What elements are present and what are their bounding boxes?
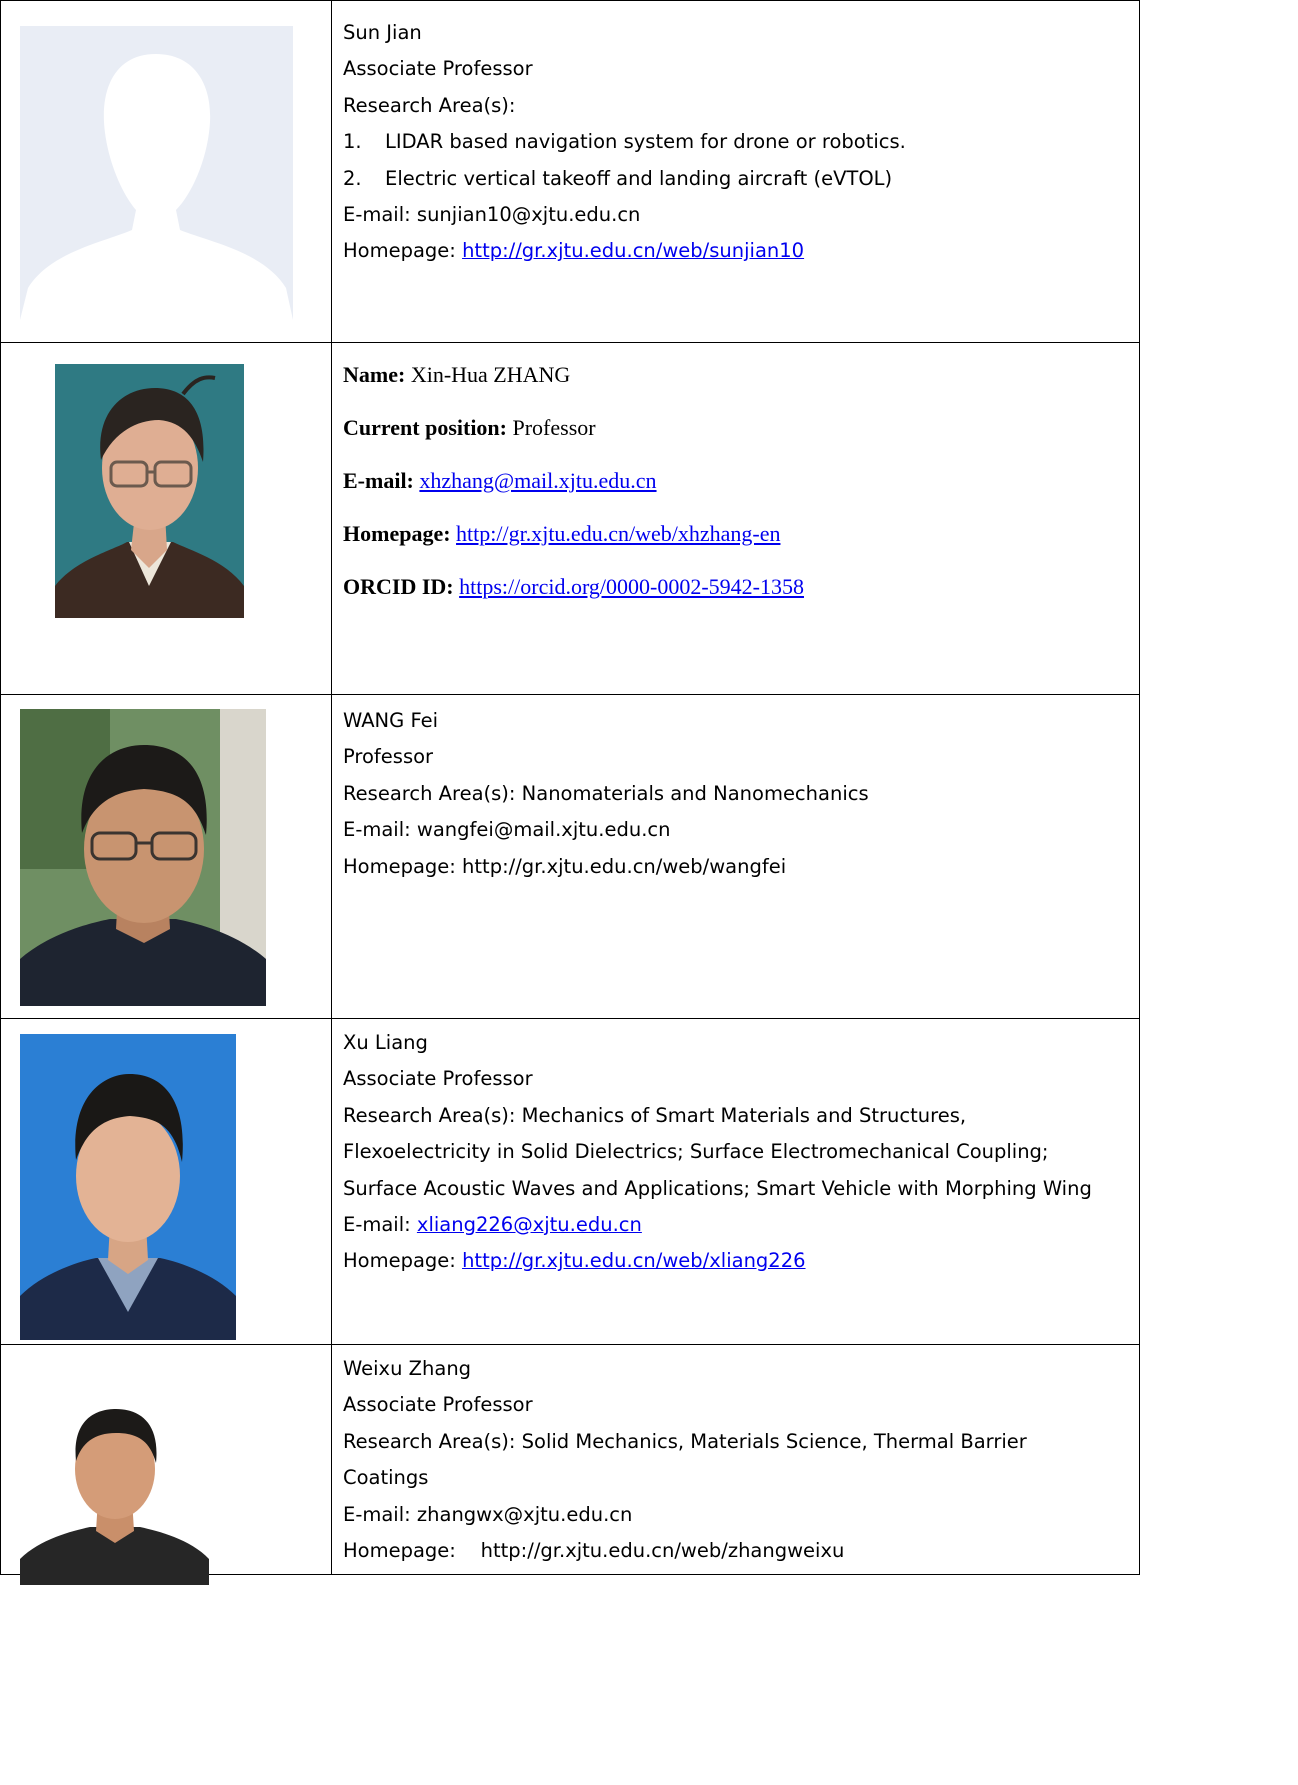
email-line: E-mail: zhangwx@xjtu.edu.cn [343,1502,633,1526]
orcid-link[interactable]: https://orcid.org/0000-0002-5942-1358 [459,574,804,599]
research-line: Research Area(s): Nanomaterials and Nano… [343,781,869,805]
faculty-title: Associate Professor [343,1067,533,1091]
info-cell: Xu Liang Associate Professor Research Ar… [331,1018,1140,1345]
info-cell: WANG Fei Professor Research Area(s): Nan… [331,694,1140,1019]
faculty-name: Xin-Hua ZHANG [405,362,571,387]
homepage-label: Homepage: [343,521,451,546]
homepage-line: Homepage: http://gr.xjtu.edu.cn/web/wang… [343,854,787,878]
research-line: Research Area(s): Solid Mechanics, Mater… [343,1429,1027,1453]
faculty-name: Xu Liang [343,1031,428,1054]
homepage-line: Homepage: http://gr.xjtu.edu.cn/web/sunj… [343,233,1139,269]
placeholder-avatar-icon [20,26,293,320]
faculty-title: Associate Professor [343,57,533,81]
email-line: E-mail: xhzhang@mail.xjtu.edu.cn [343,465,1139,497]
faculty-title: Professor [507,415,596,440]
position-line: Current position: Professor [343,412,1139,444]
homepage-link[interactable]: http://gr.xjtu.edu.cn/web/xhzhang-en [456,521,780,546]
research-line: Flexoelectricity in Solid Dielectrics; S… [343,1140,1049,1164]
email-line: E-mail: wangfei@mail.xjtu.edu.cn [343,818,671,842]
orcid-label: ORCID ID: [343,574,454,599]
research-line: Coatings [343,1466,429,1490]
faculty-name: Weixu Zhang [343,1357,472,1380]
name-line: Name: Xin-Hua ZHANG [343,359,1139,391]
faculty-name: Sun Jian [343,21,422,44]
email-value: sunjian10@xjtu.edu.cn [416,202,641,226]
email-line: E-mail: sunjian10@xjtu.edu.cn [343,197,1139,233]
info-cell: Sun Jian Associate Professor Research Ar… [331,0,1140,343]
item-number: 1. [343,130,362,154]
email-link[interactable]: xliang226@xjtu.edu.cn [417,1213,642,1236]
info-cell: Name: Xin-Hua ZHANG Current position: Pr… [331,342,1140,695]
position-label: Current position: [343,415,507,440]
homepage-line: Homepage: http://gr.xjtu.edu.cn/web/xlia… [343,1243,1139,1279]
faculty-photo [20,1034,236,1340]
faculty-name: WANG Fei [343,709,439,732]
homepage-link[interactable]: http://gr.xjtu.edu.cn/web/xliang226 [462,1249,805,1272]
info-cell: Weixu Zhang Associate Professor Research… [331,1344,1140,1575]
homepage-label: Homepage: [343,1249,463,1273]
email-link[interactable]: xhzhang@mail.xjtu.edu.cn [419,468,656,493]
email-label: E-mail: [343,468,414,493]
homepage-line: Homepage: http://gr.xjtu.edu.cn/web/xhzh… [343,518,1139,550]
item-number: 2. [343,166,362,190]
faculty-photo [20,1399,209,1585]
homepage-line: Homepage: http://gr.xjtu.edu.cn/web/zhan… [343,1538,845,1562]
name-label: Name: [343,362,406,387]
homepage-label: Homepage: [343,239,463,263]
research-item: 2. Electric vertical takeoff and landing … [343,161,1139,197]
faculty-photo [20,709,266,1006]
faculty-title: Professor [343,745,434,769]
research-item: 1. LIDAR based navigation system for dron… [343,124,1139,160]
orcid-line: ORCID ID: https://orcid.org/0000-0002-59… [343,571,1139,603]
faculty-title: Associate Professor [343,1393,533,1417]
item-text: LIDAR based navigation system for drone … [385,130,906,154]
email-label: E-mail: [343,1212,417,1236]
research-line: Surface Acoustic Waves and Applications;… [343,1176,1092,1200]
research-label: Research Area(s): [343,93,516,117]
item-text: Electric vertical takeoff and landing ai… [385,166,893,190]
homepage-link[interactable]: http://gr.xjtu.edu.cn/web/sunjian10 [462,239,804,262]
email-label: E-mail: [343,202,417,226]
research-line: Research Area(s): Mechanics of Smart Mat… [343,1103,967,1127]
email-line: E-mail: xliang226@xjtu.edu.cn [343,1207,1139,1243]
faculty-photo [55,364,244,618]
